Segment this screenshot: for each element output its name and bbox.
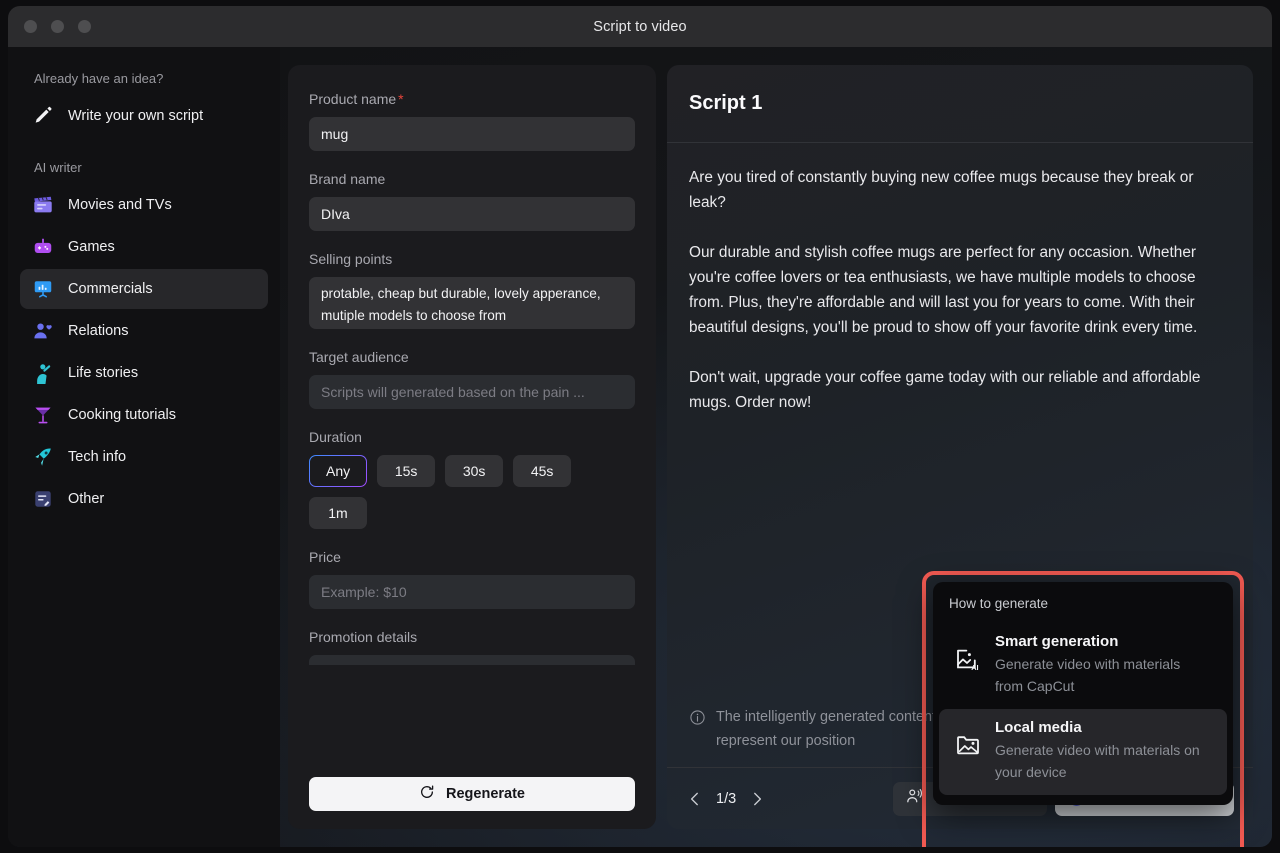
- refresh-icon: [419, 784, 435, 804]
- brand-name-input[interactable]: [309, 197, 635, 231]
- target-audience-label: Target audience: [309, 349, 635, 365]
- svg-text:AI: AI: [971, 663, 978, 672]
- duration-options: Any 15s 30s 45s 1m: [309, 455, 635, 529]
- chevron-left-icon[interactable]: [686, 790, 704, 808]
- cocktail-glass-icon: [32, 404, 54, 426]
- sidebar-item-label: Write your own script: [68, 108, 203, 124]
- duration-option-1m[interactable]: 1m: [309, 497, 367, 529]
- regenerate-button-label: Regenerate: [446, 786, 525, 802]
- document-edit-icon: [32, 488, 54, 510]
- title-bar: Script to video: [8, 6, 1272, 47]
- duration-label: Duration: [309, 429, 635, 445]
- sidebar-item-label: Relations: [68, 323, 128, 339]
- popup-option-smart-generation[interactable]: AI Smart generation Generate video with …: [939, 623, 1227, 709]
- script-title: Script 1: [689, 92, 762, 115]
- sidebar-item-games[interactable]: Games: [20, 227, 268, 267]
- promotion-details-label: Promotion details: [309, 629, 635, 645]
- script-settings-form: Product name* Brand name Selling points …: [288, 65, 656, 829]
- duration-option-30s[interactable]: 30s: [445, 455, 503, 487]
- product-name-input[interactable]: [309, 117, 635, 151]
- duration-option-any[interactable]: Any: [309, 455, 367, 487]
- sidebar-item-label: Other: [68, 491, 104, 507]
- sidebar-item-label: Tech info: [68, 449, 126, 465]
- script-page-count: 1/3: [716, 791, 736, 807]
- price-label: Price: [309, 549, 635, 565]
- popup-option-title: Smart generation: [995, 633, 1211, 650]
- sidebar-item-movies-and-tvs[interactable]: Movies and TVs: [20, 185, 268, 225]
- how-to-generate-popup: How to generate AI Smart generation Gene…: [933, 582, 1233, 805]
- sidebar-item-commercials[interactable]: Commercials: [20, 269, 268, 309]
- sidebar-item-label: Life stories: [68, 365, 138, 381]
- app-body: Already have an idea? Write your own scr…: [8, 47, 1272, 847]
- sidebar-heading-ai-writer: AI writer: [20, 154, 268, 185]
- popup-option-description: Generate video with materials from CapCu…: [995, 653, 1211, 697]
- minimize-button[interactable]: [51, 20, 64, 33]
- price-input[interactable]: [309, 575, 635, 609]
- duration-option-15s[interactable]: 15s: [377, 455, 435, 487]
- chevron-right-icon[interactable]: [748, 790, 766, 808]
- person-heart-icon: [32, 320, 54, 342]
- window-controls: [24, 20, 91, 33]
- sidebar-item-other[interactable]: Other: [20, 479, 268, 519]
- sidebar-item-label: Movies and TVs: [68, 197, 172, 213]
- close-button[interactable]: [24, 20, 37, 33]
- sidebar: Already have an idea? Write your own scr…: [8, 47, 280, 847]
- regenerate-button[interactable]: Regenerate: [309, 777, 635, 811]
- ai-image-icon: AI: [955, 646, 981, 697]
- promotion-details-input[interactable]: [309, 655, 635, 665]
- product-name-label-text: Product name: [309, 91, 396, 107]
- gamepad-icon: [32, 236, 54, 258]
- target-audience-input[interactable]: [309, 375, 635, 409]
- script-paragraph: Our durable and stylish coffee mugs are …: [689, 240, 1231, 340]
- window-title: Script to video: [8, 19, 1272, 35]
- popup-option-text: Smart generation Generate video with mat…: [995, 633, 1211, 697]
- sidebar-item-life-stories[interactable]: Life stories: [20, 353, 268, 393]
- sidebar-item-label: Games: [68, 239, 115, 255]
- app-window: Script to video Already have an idea? Wr…: [8, 6, 1272, 847]
- sidebar-heading-idea: Already have an idea?: [20, 65, 268, 96]
- info-icon: [689, 705, 706, 753]
- voice-speaker-icon: [905, 787, 924, 810]
- popup-title: How to generate: [933, 596, 1233, 623]
- sidebar-spacer: [20, 138, 268, 154]
- presentation-chart-icon: [32, 278, 54, 300]
- required-asterisk: *: [398, 91, 403, 107]
- popup-option-description: Generate video with materials on your de…: [995, 739, 1211, 783]
- script-panel-header: Script 1: [667, 65, 1253, 143]
- popup-option-text: Local media Generate video with material…: [995, 719, 1211, 783]
- regenerate-area: Regenerate: [309, 777, 635, 811]
- person-waving-icon: [32, 362, 54, 384]
- folder-image-icon: [955, 732, 981, 783]
- sidebar-item-write-your-own-script[interactable]: Write your own script: [20, 96, 268, 136]
- maximize-button[interactable]: [78, 20, 91, 33]
- script-paragraph: Are you tired of constantly buying new c…: [689, 165, 1231, 215]
- script-pager: 1/3: [686, 790, 766, 808]
- sidebar-item-label: Commercials: [68, 281, 153, 297]
- selling-points-label: Selling points: [309, 251, 635, 267]
- pencil-icon: [32, 105, 54, 127]
- brand-name-label: Brand name: [309, 171, 635, 187]
- duration-option-45s[interactable]: 45s: [513, 455, 571, 487]
- sidebar-item-label: Cooking tutorials: [68, 407, 176, 423]
- script-paragraph: Don't wait, upgrade your coffee game tod…: [689, 365, 1231, 415]
- sidebar-item-tech-info[interactable]: Tech info: [20, 437, 268, 477]
- sidebar-item-relations[interactable]: Relations: [20, 311, 268, 351]
- selling-points-textarea[interactable]: protable, cheap but durable, lovely appe…: [309, 277, 635, 329]
- clapperboard-icon: [32, 194, 54, 216]
- product-name-label: Product name*: [309, 91, 635, 107]
- rocket-icon: [32, 446, 54, 468]
- popup-option-local-media[interactable]: Local media Generate video with material…: [939, 709, 1227, 795]
- sidebar-item-cooking-tutorials[interactable]: Cooking tutorials: [20, 395, 268, 435]
- form-scroll-area: Product name* Brand name Selling points …: [288, 65, 656, 829]
- popup-option-title: Local media: [995, 719, 1211, 736]
